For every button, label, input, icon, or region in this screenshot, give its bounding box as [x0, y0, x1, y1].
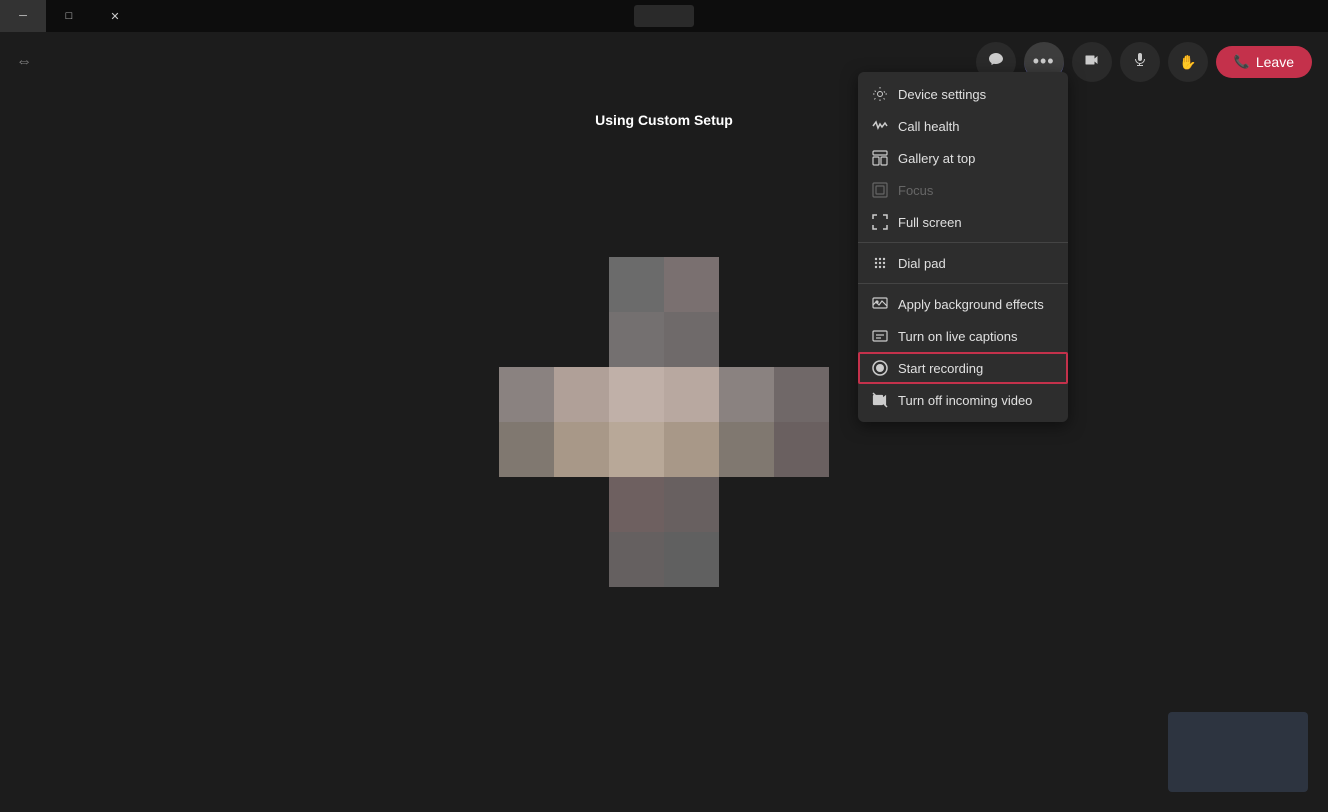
full-screen-label: Full screen: [898, 215, 962, 230]
pixel-cell-4-4: [719, 477, 774, 532]
call-label: Using Custom Setup: [595, 112, 733, 128]
device-settings-icon: [872, 86, 888, 102]
pixel-cell-0-3: [664, 257, 719, 312]
pixel-cell-3-3: [664, 422, 719, 477]
pixel-cell-3-1: [554, 422, 609, 477]
pixel-cell-2-1: [554, 367, 609, 422]
thumbnail-area: [1168, 712, 1308, 792]
pixel-cell-3-0: [499, 422, 554, 477]
chat-icon: [988, 52, 1004, 73]
menu-item-turn-off-video[interactable]: Turn off incoming video: [858, 384, 1068, 416]
divider-after-dial-pad: [858, 283, 1068, 284]
gallery-at-top-icon: [872, 150, 888, 166]
focus-icon: [872, 182, 888, 198]
gallery-at-top-label: Gallery at top: [898, 151, 975, 166]
hand-button[interactable]: ✋: [1168, 42, 1208, 82]
main-content: ⇔ •••: [0, 32, 1328, 812]
pixel-cell-0-2: [609, 257, 664, 312]
title-bar-controls: ─ □ ✕: [0, 0, 138, 32]
call-left-controls: ⇔: [16, 53, 32, 71]
menu-item-live-captions[interactable]: Turn on live captions: [858, 320, 1068, 352]
pixel-cell-1-1: [554, 312, 609, 367]
more-icon: •••: [1033, 51, 1055, 72]
title-bar-center-pill: [634, 5, 694, 27]
pixel-cell-0-1: [554, 257, 609, 312]
mic-icon: [1132, 52, 1148, 73]
pixel-cell-3-5: [774, 422, 829, 477]
pixel-cell-5-4: [719, 532, 774, 587]
pixel-cell-2-5: [774, 367, 829, 422]
pixel-cell-3-2: [609, 422, 664, 477]
pixel-cell-4-2: [609, 477, 664, 532]
pixel-cell-5-3: [664, 532, 719, 587]
pixel-cell-4-0: [499, 477, 554, 532]
divider-after-full-screen: [858, 242, 1068, 243]
menu-item-apply-background[interactable]: Apply background effects: [858, 288, 1068, 320]
turn-off-video-label: Turn off incoming video: [898, 393, 1032, 408]
pixel-cell-2-0: [499, 367, 554, 422]
pixel-cell-4-3: [664, 477, 719, 532]
dial-pad-label: Dial pad: [898, 256, 946, 271]
pixel-cell-4-1: [554, 477, 609, 532]
title-bar: ─ □ ✕: [0, 0, 1328, 32]
call-area: ⇔ •••: [0, 32, 1328, 812]
call-topbar: ⇔ •••: [0, 32, 1328, 92]
menu-item-start-recording[interactable]: Start recording: [858, 352, 1068, 384]
pixel-cell-0-0: [499, 257, 554, 312]
live-captions-label: Turn on live captions: [898, 329, 1017, 344]
menu-item-device-settings[interactable]: Device settings: [858, 78, 1068, 110]
start-recording-icon: [872, 360, 888, 376]
leave-phone-icon: 📞: [1234, 54, 1250, 70]
pixel-cell-2-2: [609, 367, 664, 422]
video-icon: [1084, 52, 1100, 73]
pixel-cell-0-5: [774, 257, 829, 312]
pixel-cell-1-3: [664, 312, 719, 367]
pixel-cell-1-2: [609, 312, 664, 367]
call-health-label: Call health: [898, 119, 959, 134]
pixel-cell-2-4: [719, 367, 774, 422]
pixel-cell-1-4: [719, 312, 774, 367]
focus-label: Focus: [898, 183, 933, 198]
maximize-button[interactable]: □: [46, 0, 92, 32]
turn-off-video-icon: [872, 392, 888, 408]
full-screen-icon: [872, 214, 888, 230]
pixel-cell-3-4: [719, 422, 774, 477]
pixel-cell-1-0: [499, 312, 554, 367]
hand-icon: ✋: [1179, 54, 1196, 71]
mic-button[interactable]: [1120, 42, 1160, 82]
close-button[interactable]: ✕: [92, 0, 138, 32]
pixel-grid: [499, 257, 829, 587]
minimize-button[interactable]: ─: [0, 0, 46, 32]
apply-background-label: Apply background effects: [898, 297, 1044, 312]
leave-label: Leave: [1256, 54, 1294, 70]
dropdown-menu: Device settings Call health Gallery at top…: [858, 72, 1068, 422]
resize-icon: ⇔: [16, 53, 32, 71]
pixel-cell-5-0: [499, 532, 554, 587]
menu-item-call-health[interactable]: Call health: [858, 110, 1068, 142]
pixel-cell-5-5: [774, 532, 829, 587]
pixel-cell-1-5: [774, 312, 829, 367]
apply-background-icon: [872, 296, 888, 312]
pixel-cell-5-2: [609, 532, 664, 587]
start-recording-label: Start recording: [898, 361, 983, 376]
pixel-cell-5-1: [554, 532, 609, 587]
video-button[interactable]: [1072, 42, 1112, 82]
pixel-cell-2-3: [664, 367, 719, 422]
leave-button[interactable]: 📞 Leave: [1216, 46, 1312, 78]
dial-pad-icon: [872, 255, 888, 271]
menu-item-gallery-at-top[interactable]: Gallery at top: [858, 142, 1068, 174]
call-health-icon: [872, 118, 888, 134]
menu-item-dial-pad[interactable]: Dial pad: [858, 247, 1068, 279]
menu-item-full-screen[interactable]: Full screen: [858, 206, 1068, 238]
device-settings-label: Device settings: [898, 87, 986, 102]
pixel-cell-4-5: [774, 477, 829, 532]
pixel-cell-0-4: [719, 257, 774, 312]
menu-item-focus: Focus: [858, 174, 1068, 206]
live-captions-icon: [872, 328, 888, 344]
